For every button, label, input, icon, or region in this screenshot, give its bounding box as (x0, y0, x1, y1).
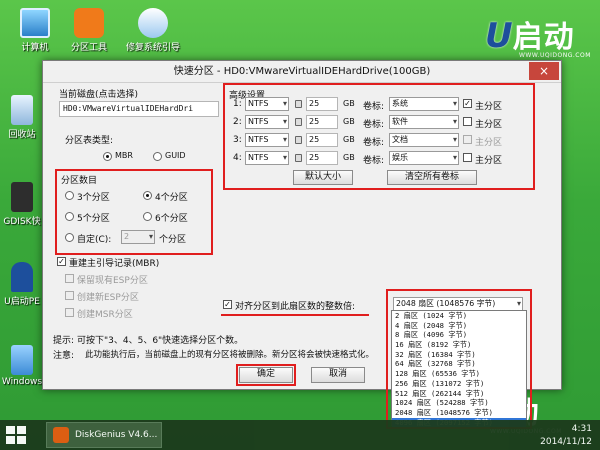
clock-date: 2014/11/12 (540, 437, 592, 447)
align-label: 对齐分区到此扇区数的整数倍: (235, 302, 356, 312)
ok-button-highlight (236, 364, 296, 386)
current-disk-selector[interactable]: HD0:VMwareVirtualIDEHardDri (59, 101, 219, 117)
desktop-icon-uqidong-pe[interactable]: U启动PE (0, 262, 44, 307)
recycle-bin-icon (11, 95, 33, 125)
align-options-highlight (386, 289, 532, 429)
diskgenius-icon (53, 427, 69, 443)
mbr-radio[interactable] (103, 152, 112, 161)
create-msr-checkbox[interactable] (65, 308, 74, 317)
desktop-icon-label: GDISK快 (3, 217, 41, 227)
rebuild-mbr-label: 重建主引导记录(MBR) (69, 259, 160, 269)
guid-label: GUID (165, 151, 186, 160)
desktop-icon-gdisk[interactable]: GDISK快 (0, 182, 44, 227)
cancel-button[interactable]: 取消 (311, 367, 365, 383)
computer-icon (20, 8, 50, 38)
desktop-icon-recycle-bin[interactable]: 回收站 (0, 95, 44, 140)
align-label-underline (221, 314, 369, 316)
create-msr-label: 创建MSR分区 (77, 310, 133, 320)
advanced-settings-highlight (223, 83, 535, 190)
clock-time: 4:31 (571, 424, 592, 434)
close-button[interactable]: × (529, 62, 559, 80)
keep-esp-checkbox[interactable] (65, 274, 74, 283)
desktop-icon-windows[interactable]: Windows (0, 345, 44, 387)
windows-installer-icon (11, 345, 33, 375)
uqidong-pe-icon (11, 262, 33, 292)
keep-esp-label: 保留现有ESP分区 (77, 276, 148, 286)
rebuild-mbr-checkbox[interactable]: ✓ (57, 257, 66, 266)
start-button[interactable] (6, 425, 28, 445)
desktop-icon-partition-tool[interactable]: 分区工具 (58, 8, 120, 53)
desktop-icon-label: 回收站 (8, 130, 36, 140)
partition-count-highlight (55, 169, 213, 255)
taskbar-clock[interactable]: 4:31 2014/11/12 (540, 423, 592, 449)
partition-table-label: 分区表类型: (65, 136, 114, 146)
guid-radio[interactable] (153, 152, 162, 161)
diskgenius-icon (74, 8, 104, 38)
desktop-icon-label: U启动PE (4, 297, 40, 307)
tip-text: 可按下"3、4、5、6"快速选择分区个数。 (77, 336, 244, 346)
desktop-icon-computer[interactable]: 计算机 (4, 8, 66, 53)
align-checkbox[interactable]: ✓ (223, 300, 232, 309)
create-esp-checkbox[interactable] (65, 291, 74, 300)
desktop-icon-label: Windows (1, 377, 43, 387)
windows-logo-icon (6, 426, 15, 434)
taskbar-item-diskgenius[interactable]: DiskGenius V4.6... (46, 422, 162, 448)
tip-label: 提示: (53, 336, 75, 346)
desktop-icon-repair-boot[interactable]: 修复系统引导 (118, 8, 188, 53)
close-icon: × (538, 64, 550, 78)
taskbar: DiskGenius V4.6... 4:31 2014/11/12 (0, 420, 600, 450)
note-text: 此功能执行后，当前磁盘上的现有分区将被删除。新分区将会被快速格式化。 (85, 350, 375, 360)
taskbar-item-label: DiskGenius V4.6... (75, 430, 158, 440)
uqidong-logo-top: U启动 WWW.UQIDONG.COM (485, 16, 591, 59)
mbr-label: MBR (115, 151, 133, 160)
create-esp-label: 创建新ESP分区 (77, 293, 139, 303)
repair-boot-icon (138, 8, 168, 38)
note-label: 注意: (53, 351, 75, 361)
desktop-icon-label: 计算机 (21, 43, 49, 53)
dialog-title: 快速分区 - HD0:VMwareVirtualIDEHardDrive(100… (43, 61, 561, 83)
desktop-icon-label: 分区工具 (70, 43, 107, 53)
current-disk-label: 当前磁盘(点击选择) (59, 90, 139, 100)
gdisk-icon (11, 182, 33, 212)
desktop-icon-label: 修复系统引导 (125, 43, 180, 53)
